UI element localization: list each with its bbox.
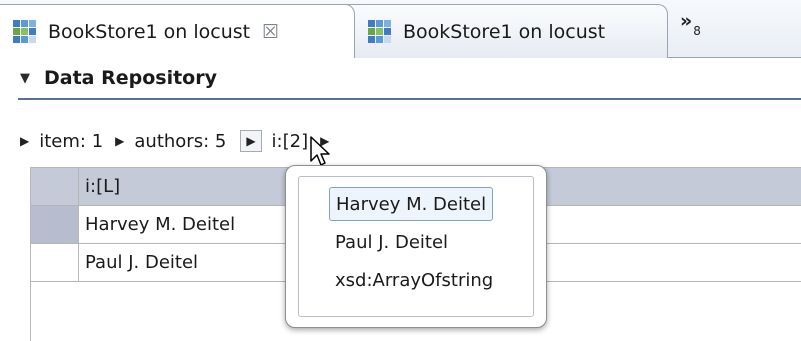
popup-item[interactable]: Paul J. Deitel (329, 225, 454, 259)
tab-overflow-button[interactable]: »8 (680, 10, 701, 38)
breadcrumb-item[interactable]: authors: 5 (134, 131, 226, 152)
mouse-cursor-icon (310, 136, 330, 166)
popup-item-selected[interactable]: Harvey M. Deitel (329, 187, 494, 221)
tab-label: BookStore1 on locust (403, 20, 606, 43)
row-header[interactable] (31, 244, 79, 282)
collapse-triangle-icon[interactable]: ▼ (20, 71, 38, 86)
breadcrumb-arrow-icon[interactable]: ▶ (115, 134, 124, 148)
overflow-chevron-icon: » (680, 10, 693, 32)
close-icon[interactable]: ☒ (262, 21, 279, 43)
tab-bookstore-inactive[interactable]: BookStore1 on locust (338, 4, 668, 58)
breadcrumb-arrow-icon[interactable]: ▶ (20, 134, 29, 148)
row-header[interactable] (31, 206, 79, 244)
breadcrumb-item[interactable]: i:[2] (272, 131, 309, 152)
cluster-icon (368, 19, 391, 43)
popup-item[interactable]: xsd:ArrayOfstring (329, 263, 499, 297)
section-header-rule (18, 98, 801, 100)
breadcrumb: ▶ item: 1 ▶ authors: 5 ▶ i:[2] ▶ (18, 126, 339, 156)
breadcrumb-item[interactable]: item: 1 (39, 131, 103, 152)
section-title: Data Repository (44, 67, 217, 89)
cluster-icon (13, 19, 36, 43)
popup-list: Harvey M. Deitel Paul J. Deitel xsd:Arra… (298, 176, 534, 317)
tab-label: BookStore1 on locust (48, 20, 251, 43)
tab-bookstore-active[interactable]: BookStore1 on locust ☒ (0, 4, 355, 58)
overflow-count: 8 (693, 24, 701, 38)
section-header[interactable]: ▼ Data Repository (18, 58, 801, 98)
breadcrumb-arrow-icon-pressed[interactable]: ▶ (240, 130, 262, 152)
breadcrumb-dropdown-popup: Harvey M. Deitel Paul J. Deitel xsd:Arra… (285, 165, 547, 328)
editor-tab-bar: BookStore1 on locust ☒ BookStore1 on loc… (0, 0, 801, 60)
row-header-corner (31, 168, 79, 206)
